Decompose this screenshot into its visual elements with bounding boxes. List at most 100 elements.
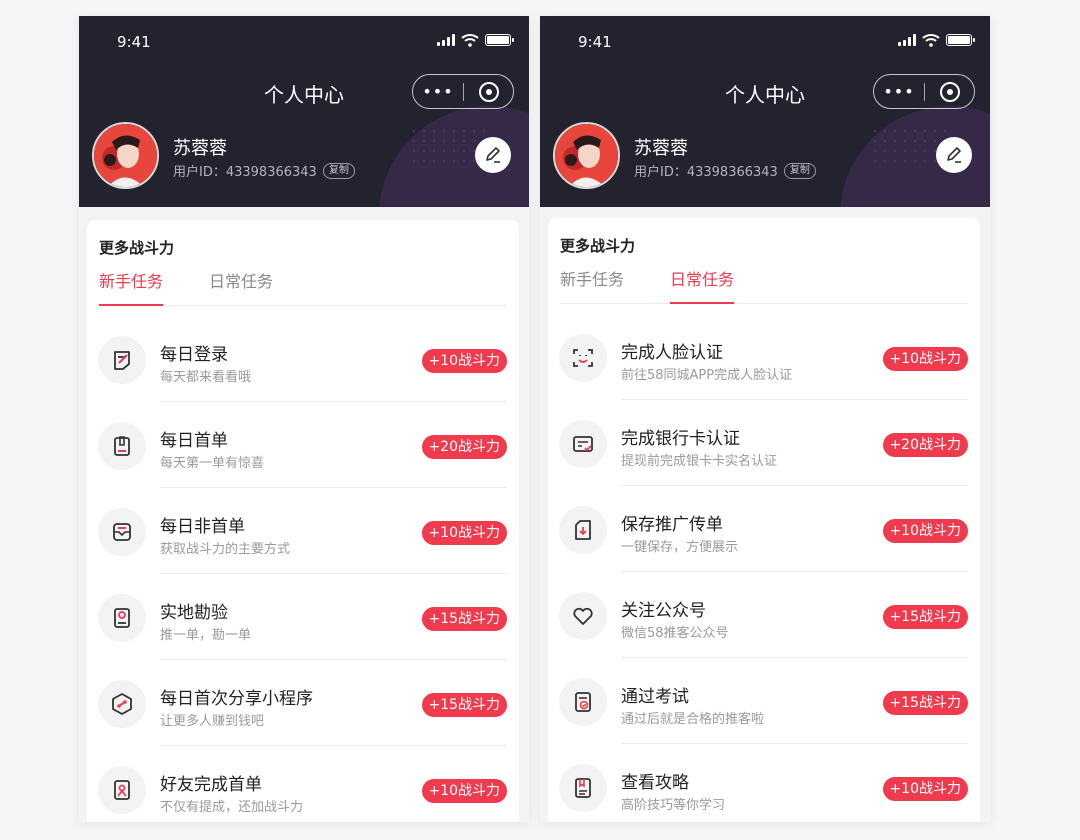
user-id-text: 用户ID：43398366343 [173, 165, 317, 180]
status-icons [898, 33, 975, 47]
heart-icon [559, 592, 607, 640]
task-title: 查看攻略 [621, 773, 689, 793]
edit-profile-button[interactable] [475, 137, 511, 173]
avatar[interactable] [553, 122, 620, 189]
task-item[interactable]: 每日登录 每天都来看看哦 +10战斗力 [87, 316, 519, 402]
task-item[interactable]: 每日首单 每天第一单有惊喜 +20战斗力 [87, 402, 519, 488]
task-subtitle: 让更多人赚到钱吧 [160, 714, 265, 729]
close-target-icon [939, 81, 960, 102]
task-item[interactable]: 保存推广传单 一键保存，方便展示 +10战斗力 [548, 486, 980, 572]
task-title: 通过考试 [621, 687, 689, 707]
share-icon [98, 680, 146, 728]
close-button[interactable] [464, 81, 513, 103]
task-subtitle: 高阶技巧等你学习 [621, 798, 726, 813]
task-title: 每日非首单 [160, 517, 245, 537]
task-title: 每日登录 [160, 345, 228, 365]
phone-screen-daily: 9:41 个人中心 ••• 苏蓉蓉 用户ID：43398366343 复制 更多… [540, 16, 990, 822]
wifi-icon [461, 34, 479, 47]
reward-badge: +15战斗力 [883, 691, 968, 715]
task-subtitle: 每天第一单有惊喜 [160, 456, 265, 471]
signal-icon [898, 34, 916, 46]
mini-program-capsule: ••• [873, 74, 975, 109]
status-time: 9:41 [578, 33, 612, 51]
task-title: 每日首次分享小程序 [160, 689, 313, 709]
battery-icon [946, 34, 975, 46]
clipboard-icon [98, 422, 146, 470]
avatar-image [94, 124, 157, 187]
task-item[interactable]: 每日非首单 获取战斗力的主要方式 +10战斗力 [87, 488, 519, 574]
status-icons [437, 33, 514, 47]
task-item[interactable]: 通过考试 通过后就是合格的推客啦 +15战斗力 [548, 658, 980, 744]
checkin-icon [98, 336, 146, 384]
status-time: 9:41 [117, 33, 151, 51]
task-tabs: 新手任务 日常任务 [99, 270, 507, 306]
profile-header: 9:41 个人中心 ••• 苏蓉蓉 用户ID：43398366343 复制 [540, 16, 990, 207]
reward-badge: +15战斗力 [883, 605, 968, 629]
reward-badge: +10战斗力 [883, 777, 968, 801]
task-item[interactable]: 每日首次分享小程序 让更多人赚到钱吧 +15战斗力 [87, 660, 519, 746]
location-icon [98, 594, 146, 642]
user-id: 用户ID：43398366343 复制 [634, 161, 816, 180]
task-title: 实地勘验 [160, 603, 228, 623]
task-title: 保存推广传单 [621, 515, 723, 535]
reward-badge: +10战斗力 [422, 521, 507, 545]
tab-daily-tasks[interactable]: 日常任务 [209, 270, 273, 305]
tasks-card: 更多战斗力 新手任务 日常任务 每日登录 每天都来看看哦 +10战斗力 每日首单… [87, 220, 519, 822]
user-id: 用户ID：43398366343 复制 [173, 161, 355, 180]
exam-icon [559, 678, 607, 726]
task-item[interactable]: 好友完成首单 不仅有提成，还加战斗力 +10战斗力 [87, 746, 519, 822]
task-subtitle: 前往58同城APP完成人脸认证 [621, 368, 793, 383]
user-id-text: 用户ID：43398366343 [634, 165, 778, 180]
tab-daily-tasks[interactable]: 日常任务 [670, 268, 735, 304]
reward-badge: +15战斗力 [422, 693, 507, 717]
battery-icon [485, 34, 514, 46]
avatar-image [555, 124, 618, 187]
reward-badge: +15战斗力 [422, 607, 507, 631]
profile-header: 9:41 个人中心 ••• 苏蓉蓉 用户ID：43398366343 复制 [79, 16, 529, 207]
tab-newbie-tasks[interactable]: 新手任务 [99, 270, 164, 306]
copy-button[interactable]: 复制 [783, 162, 816, 179]
user-name: 苏蓉蓉 [173, 138, 227, 159]
reward-badge: +10战斗力 [422, 779, 507, 803]
task-title: 完成人脸认证 [621, 343, 723, 363]
reward-badge: +20战斗力 [422, 435, 507, 459]
mini-program-capsule: ••• [412, 74, 514, 109]
task-tabs: 新手任务 日常任务 [560, 268, 968, 304]
task-subtitle: 获取战斗力的主要方式 [160, 542, 291, 557]
reward-badge: +10战斗力 [883, 519, 968, 543]
edit-icon [486, 147, 500, 163]
reward-badge: +20战斗力 [883, 433, 968, 457]
edit-icon [947, 147, 961, 163]
task-subtitle: 每天都来看看哦 [160, 370, 252, 385]
card-title: 更多战斗力 [560, 237, 636, 255]
user-name: 苏蓉蓉 [634, 138, 688, 159]
phone-screen-newbie: 9:41 个人中心 ••• 苏蓉蓉 用户ID：43398366343 复制 更多… [79, 16, 529, 822]
edit-profile-button[interactable] [936, 137, 972, 173]
task-item[interactable]: 完成人脸认证 前往58同城APP完成人脸认证 +10战斗力 [548, 314, 980, 400]
task-subtitle: 不仅有提成，还加战斗力 [160, 800, 304, 815]
task-title: 好友完成首单 [160, 775, 262, 795]
friend-icon [98, 766, 146, 814]
signal-icon [437, 34, 455, 46]
task-item[interactable]: 完成银行卡认证 提现前完成银卡卡实名认证 +20战斗力 [548, 400, 980, 486]
tasks-card: 更多战斗力 新手任务 日常任务 完成人脸认证 前往58同城APP完成人脸认证 +… [548, 218, 980, 822]
task-subtitle: 提现前完成银卡卡实名认证 [621, 454, 778, 469]
task-item[interactable]: 查看攻略 高阶技巧等你学习 +10战斗力 [548, 744, 980, 822]
task-title: 完成银行卡认证 [621, 429, 740, 449]
close-button[interactable] [925, 81, 974, 103]
task-subtitle: 通过后就是合格的推客啦 [621, 712, 765, 727]
bank-card-icon [559, 420, 607, 468]
close-target-icon [478, 81, 499, 102]
task-title: 每日首单 [160, 431, 228, 451]
task-item[interactable]: 实地勘验 推一单，勘一单 +15战斗力 [87, 574, 519, 660]
more-button[interactable]: ••• [413, 83, 463, 99]
download-flyer-icon [559, 506, 607, 554]
task-item[interactable]: 关注公众号 微信58推客公众号 +15战斗力 [548, 572, 980, 658]
more-button[interactable]: ••• [874, 83, 924, 99]
inbox-icon [98, 508, 146, 556]
tab-newbie-tasks[interactable]: 新手任务 [560, 268, 624, 303]
avatar[interactable] [92, 122, 159, 189]
wifi-icon [922, 34, 940, 47]
copy-button[interactable]: 复制 [322, 162, 355, 179]
guide-icon [559, 764, 607, 812]
